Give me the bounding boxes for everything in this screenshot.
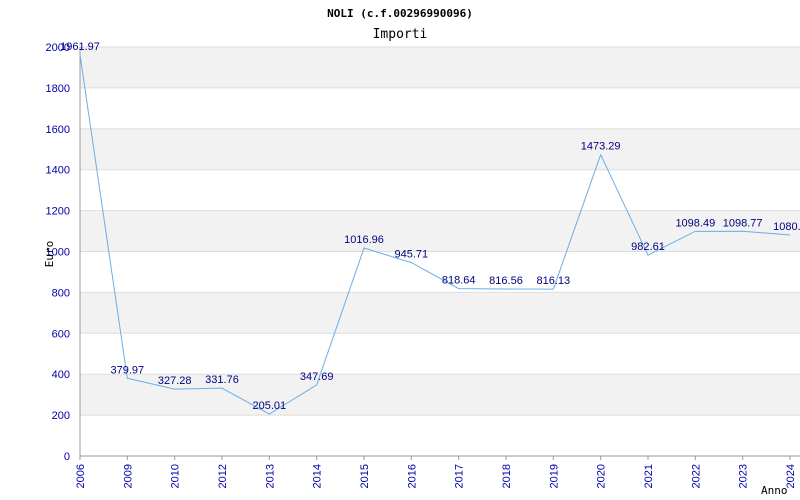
data-label: 1473.29 [581,141,621,153]
grid-band [80,292,800,334]
chart: 0200400600800100012001400160018002000 20… [43,7,800,497]
data-label: 331.76 [205,374,239,386]
x-tick-label: 2019 [548,464,560,488]
data-label: 1098.49 [675,217,715,229]
x-tick-label: 2017 [454,464,466,488]
data-label: 818.64 [442,275,476,287]
x-axis-label: Anno [761,484,788,497]
x-tick-label: 2010 [170,464,182,488]
x-tick-label: 2015 [359,464,371,488]
x-tick-label: 2006 [75,464,87,488]
x-tick-label: 2009 [122,464,134,488]
data-label: 1016.96 [344,234,384,246]
y-tick-label: 1200 [46,206,70,218]
x-tick-label: 2013 [264,464,276,488]
data-label: 1098.77 [723,217,763,229]
data-label: 327.28 [158,375,192,387]
y-tick-label: 0 [64,451,70,463]
x-tick-label: 2023 [738,464,750,488]
y-tick-label: 200 [52,410,70,422]
x-tick-label: 2022 [690,464,702,488]
data-label: 379.97 [111,364,145,376]
x-tick-label: 2020 [596,464,608,488]
grid-band [80,47,800,88]
data-label: 1961.97 [60,41,100,53]
x-tick-labels: 2006 2009 2010 2012 2013 2014 2015 2016 2017 2018… [75,456,797,488]
x-tick-label: 2021 [643,464,655,488]
data-label: 816.13 [537,275,571,287]
x-tick-label: 2012 [217,464,229,488]
x-tick-label: 2014 [312,464,324,488]
grid-bands [80,47,800,416]
y-tick-label: 1600 [46,124,70,136]
data-label: 347.69 [300,371,334,383]
y-tick-label: 800 [52,287,70,299]
chart-title: NOLI (c.f.00296990096) [327,7,473,20]
grid-band [80,128,800,170]
x-tick-label: 2016 [406,464,418,488]
y-axis-label: Euro [43,241,56,268]
data-label: 205.01 [253,400,287,412]
data-label: 982.61 [631,241,665,253]
data-label: 1080.9 [773,221,800,233]
data-label: 945.71 [395,249,429,261]
y-tick-label: 1400 [46,165,70,177]
y-tick-label: 600 [52,328,70,340]
x-tick-label: 2018 [501,464,513,488]
data-label: 816.56 [489,275,523,287]
chart-subtitle: Importi [373,27,428,42]
y-tick-label: 1800 [46,83,70,95]
y-tick-label: 400 [52,369,70,381]
